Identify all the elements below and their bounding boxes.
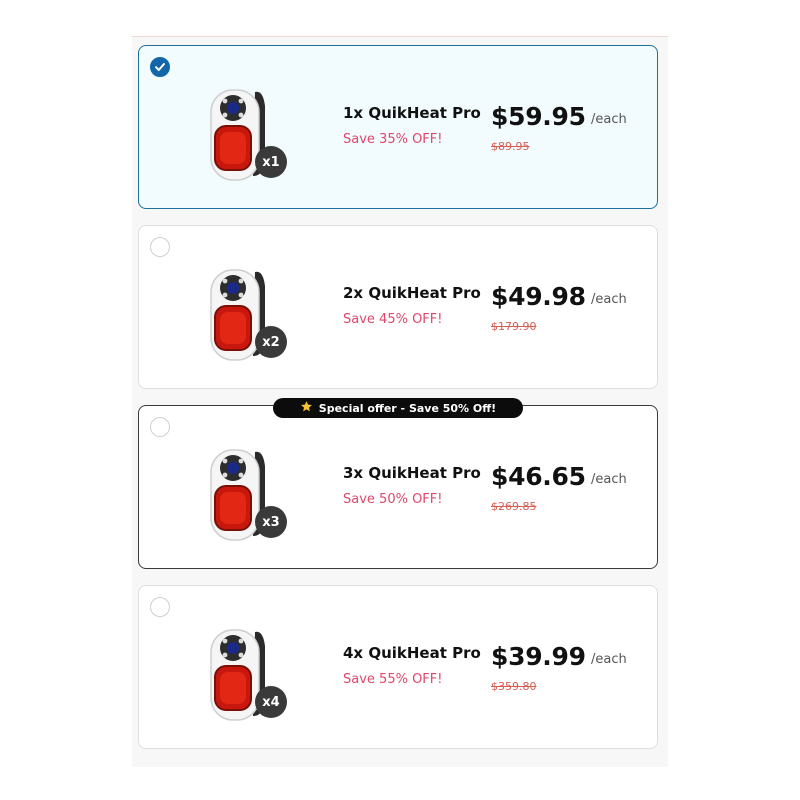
radio-selected-icon[interactable] (150, 57, 170, 77)
quantity-badge: x1 (255, 146, 287, 178)
offer-save-text: Save 50% OFF! (343, 492, 443, 507)
product-image: x1 (205, 84, 295, 188)
offer-price-unit: /each (591, 292, 627, 307)
offer-old-price: $89.95 (491, 140, 530, 153)
offer-name: 1x QuikHeat Pro (343, 104, 481, 122)
special-offer-banner: Special offer - Save 50% Off! (273, 398, 523, 418)
offer-old-price: $269.85 (491, 500, 537, 513)
quantity-badge: x4 (255, 686, 287, 718)
offer-price: $46.65 (491, 462, 586, 491)
quantity-badge: x3 (255, 506, 287, 538)
offer-save-text: Save 35% OFF! (343, 132, 443, 147)
offer-price: $39.99 (491, 642, 586, 671)
offer-save-text: Save 55% OFF! (343, 672, 443, 687)
offer-save-text: Save 45% OFF! (343, 312, 443, 327)
offer-card-1[interactable]: x1 1x QuikHeat Pro Save 35% OFF! $59.95 … (138, 45, 658, 209)
radio-unselected-icon[interactable] (150, 237, 170, 257)
offer-price-unit: /each (591, 112, 627, 127)
star-icon (300, 400, 313, 416)
offer-card-2[interactable]: x2 2x QuikHeat Pro Save 45% OFF! $49.98 … (138, 225, 658, 389)
offer-name: 4x QuikHeat Pro (343, 644, 481, 662)
offer-price: $49.98 (491, 282, 586, 311)
offer-name: 3x QuikHeat Pro (343, 464, 481, 482)
offer-price-unit: /each (591, 472, 627, 487)
product-image: x4 (205, 624, 295, 728)
offer-old-price: $359.80 (491, 680, 537, 693)
special-offer-label: Special offer - Save 50% Off! (318, 401, 497, 415)
offer-price: $59.95 (491, 102, 586, 131)
offer-name: 2x QuikHeat Pro (343, 284, 481, 302)
offer-card-4[interactable]: x4 4x QuikHeat Pro Save 55% OFF! $39.99 … (138, 585, 658, 749)
offer-old-price: $179.90 (491, 320, 537, 333)
radio-unselected-icon[interactable] (150, 597, 170, 617)
offer-price-unit: /each (591, 652, 627, 667)
product-image: x3 (205, 444, 295, 548)
product-image: x2 (205, 264, 295, 368)
quantity-badge: x2 (255, 326, 287, 358)
radio-unselected-icon[interactable] (150, 417, 170, 437)
offer-card-3[interactable]: x3 3x QuikHeat Pro Save 50% OFF! $46.65 … (138, 405, 658, 569)
